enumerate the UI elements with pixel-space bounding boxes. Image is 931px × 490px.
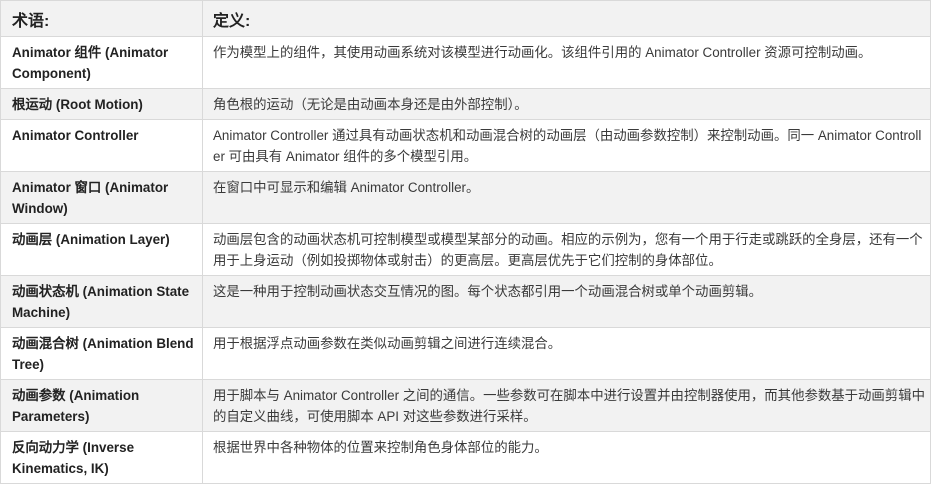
definition-cell: 根据世界中各种物体的位置来控制角色身体部位的能力。 xyxy=(202,431,931,484)
table-body: Animator 组件 (Animator Component) 作为模型上的组… xyxy=(0,36,931,484)
term-cell: 反向动力学 (Inverse Kinematics, IK) xyxy=(0,431,203,484)
table-row: 反向动力学 (Inverse Kinematics, IK) 根据世界中各种物体… xyxy=(0,431,931,484)
definition-cell: 作为模型上的组件，其使用动画系统对该模型进行动画化。该组件引用的 Animato… xyxy=(202,36,931,89)
term-cell: 动画层 (Animation Layer) xyxy=(0,223,203,276)
table-row: 动画状态机 (Animation State Machine) 这是一种用于控制… xyxy=(0,275,931,328)
definition-cell: 这是一种用于控制动画状态交互情况的图。每个状态都引用一个动画混合树或单个动画剪辑… xyxy=(202,275,931,328)
table-row: 动画层 (Animation Layer) 动画层包含的动画状态机可控制模型或模… xyxy=(0,223,931,276)
table-row: 动画混合树 (Animation Blend Tree) 用于根据浮点动画参数在… xyxy=(0,327,931,380)
term-column-header: 术语: xyxy=(0,0,203,37)
table-row: 动画参数 (Animation Parameters) 用于脚本与 Animat… xyxy=(0,379,931,432)
term-cell: Animator 窗口 (Animator Window) xyxy=(0,171,203,224)
term-cell: 根运动 (Root Motion) xyxy=(0,88,203,120)
table-row: Animator Controller Animator Controller … xyxy=(0,119,931,172)
table-header: 术语: 定义: xyxy=(0,0,931,37)
table-row: Animator 组件 (Animator Component) 作为模型上的组… xyxy=(0,36,931,89)
glossary-table: 术语: 定义: Animator 组件 (Animator Component)… xyxy=(0,0,931,484)
definition-cell: 角色根的运动（无论是由动画本身还是由外部控制）。 xyxy=(202,88,931,120)
term-cell: 动画状态机 (Animation State Machine) xyxy=(0,275,203,328)
definition-cell: 用于脚本与 Animator Controller 之间的通信。一些参数可在脚本… xyxy=(202,379,931,432)
definition-cell: 在窗口中可显示和编辑 Animator Controller。 xyxy=(202,171,931,224)
term-cell: Animator 组件 (Animator Component) xyxy=(0,36,203,89)
definition-column-header: 定义: xyxy=(202,0,931,37)
term-cell: Animator Controller xyxy=(0,119,203,172)
header-row: 术语: 定义: xyxy=(0,0,931,37)
definition-cell: Animator Controller 通过具有动画状态机和动画混合树的动画层（… xyxy=(202,119,931,172)
definition-cell: 用于根据浮点动画参数在类似动画剪辑之间进行连续混合。 xyxy=(202,327,931,380)
table-row: Animator 窗口 (Animator Window) 在窗口中可显示和编辑… xyxy=(0,171,931,224)
definition-cell: 动画层包含的动画状态机可控制模型或模型某部分的动画。相应的示例为，您有一个用于行… xyxy=(202,223,931,276)
table-row: 根运动 (Root Motion) 角色根的运动（无论是由动画本身还是由外部控制… xyxy=(0,88,931,120)
term-cell: 动画参数 (Animation Parameters) xyxy=(0,379,203,432)
term-cell: 动画混合树 (Animation Blend Tree) xyxy=(0,327,203,380)
